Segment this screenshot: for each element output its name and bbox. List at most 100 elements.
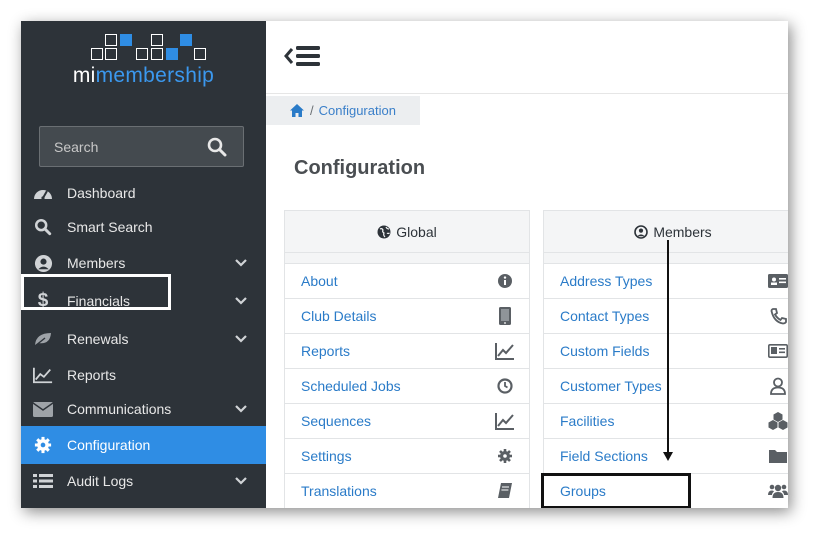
config-link-reports[interactable]: Reports bbox=[285, 334, 529, 369]
global-panel-header: Global bbox=[285, 211, 529, 253]
config-link-contact-types[interactable]: Contact Types bbox=[544, 299, 788, 334]
config-link-about[interactable]: About bbox=[285, 264, 529, 299]
config-link-scheduled-jobs[interactable]: Scheduled Jobs bbox=[285, 369, 529, 404]
sidebar-item-configuration[interactable]: Configuration bbox=[21, 426, 266, 464]
config-link-club-details[interactable]: Club Details bbox=[285, 299, 529, 334]
global-panel-title: Global bbox=[396, 223, 437, 240]
line-chart-icon bbox=[495, 343, 514, 360]
page-title: Configuration bbox=[294, 157, 426, 179]
sidebar-item-audit-logs[interactable]: Audit Logs bbox=[21, 464, 266, 498]
list-item-label: Settings bbox=[301, 448, 352, 464]
address-card-icon bbox=[768, 274, 788, 288]
id-card-icon bbox=[768, 343, 788, 358]
logo-prefix: mi bbox=[72, 64, 96, 87]
sidebar-item-dashboard[interactable]: Dashboard bbox=[21, 176, 266, 210]
sidebar-item-reports[interactable]: Reports bbox=[21, 358, 266, 392]
chevron-down-icon bbox=[235, 405, 247, 413]
members-list: Address Types Contact Types Custom Field… bbox=[544, 263, 788, 508]
sidebar-item-label: Renewals bbox=[67, 331, 129, 347]
config-link-groups[interactable]: Groups bbox=[544, 474, 788, 508]
sidebar-item-label: Members bbox=[67, 255, 126, 271]
line-chart-icon bbox=[495, 413, 514, 430]
search-icon bbox=[33, 217, 53, 237]
sidebar-item-label: Communications bbox=[67, 401, 172, 417]
config-link-field-sections[interactable]: Field Sections bbox=[544, 439, 788, 474]
list-item-label: Custom Fields bbox=[560, 343, 650, 359]
sidebar-item-communications[interactable]: Communications bbox=[21, 392, 266, 426]
dollar-icon: $ bbox=[37, 290, 49, 311]
config-link-translations[interactable]: Translations bbox=[285, 474, 529, 508]
members-panel-header: Members bbox=[544, 211, 788, 253]
leaf-icon bbox=[33, 329, 53, 349]
logo-suffix: membership bbox=[95, 64, 215, 87]
sidebar-item-label: Configuration bbox=[67, 437, 151, 453]
breadcrumb: / Configuration bbox=[266, 96, 420, 125]
line-chart-icon bbox=[33, 365, 53, 385]
list-item-label: Address Types bbox=[560, 273, 653, 289]
chevron-down-icon bbox=[235, 297, 247, 305]
logo[interactable]: mimembership bbox=[21, 21, 266, 101]
sidebar-item-label: Smart Search bbox=[67, 219, 153, 235]
cubes-icon bbox=[768, 412, 788, 430]
chevron-down-icon bbox=[235, 259, 247, 267]
list-item-label: Field Sections bbox=[560, 448, 648, 464]
app-window: mimembership Dashboard Smart Search bbox=[21, 21, 788, 508]
sidebar-item-label: Dashboard bbox=[67, 185, 136, 201]
sidebar-nav: Dashboard Smart Search Members $ Financi… bbox=[21, 176, 266, 498]
list-item-label: Sequences bbox=[301, 413, 372, 429]
gear-icon bbox=[498, 449, 512, 463]
chevron-down-icon bbox=[235, 335, 247, 343]
config-link-address-types[interactable]: Address Types bbox=[544, 264, 788, 299]
globe-icon bbox=[377, 225, 391, 238]
tablet-icon bbox=[499, 307, 511, 325]
sidebar-item-renewals[interactable]: Renewals bbox=[21, 320, 266, 358]
sidebar: mimembership Dashboard Smart Search bbox=[21, 21, 266, 508]
search-input[interactable] bbox=[40, 127, 200, 166]
sidebar-item-label: Financials bbox=[67, 293, 131, 309]
list-item-label: Contact Types bbox=[560, 308, 650, 324]
sidebar-search bbox=[39, 126, 244, 167]
sidebar-item-label: Reports bbox=[67, 367, 117, 383]
list-item-label: About bbox=[301, 273, 338, 289]
list-item-label: Facilities bbox=[560, 413, 615, 429]
global-list: About Club Details Reports Scheduled Job… bbox=[285, 263, 529, 508]
sidebar-item-financials[interactable]: $ Financials bbox=[21, 282, 266, 320]
sidebar-item-members[interactable]: Members bbox=[21, 244, 266, 282]
list-item-label: Customer Types bbox=[560, 378, 662, 394]
config-link-sequences[interactable]: Sequences bbox=[285, 404, 529, 439]
info-icon bbox=[498, 274, 512, 288]
members-panel: Members Address Types Contact Types Cust… bbox=[543, 210, 788, 508]
search-icon[interactable] bbox=[207, 137, 227, 157]
gear-icon bbox=[33, 435, 53, 455]
config-link-settings[interactable]: Settings bbox=[285, 439, 529, 474]
breadcrumb-separator: / bbox=[310, 103, 314, 118]
book-icon bbox=[498, 483, 512, 498]
list-item-label: Groups bbox=[560, 483, 606, 499]
members-panel-title: Members bbox=[653, 223, 712, 240]
chevron-down-icon bbox=[235, 477, 247, 485]
user-circle-icon bbox=[634, 224, 649, 239]
sidebar-toggle-icon[interactable] bbox=[284, 43, 322, 69]
list-item-label: Translations bbox=[301, 483, 377, 499]
phone-icon bbox=[770, 308, 787, 325]
clock-icon bbox=[497, 378, 513, 394]
envelope-icon bbox=[33, 399, 53, 419]
list-item-label: Scheduled Jobs bbox=[301, 378, 401, 394]
home-icon[interactable] bbox=[290, 104, 304, 117]
breadcrumb-current[interactable]: Configuration bbox=[319, 103, 396, 118]
logo-wordmark: mimembership bbox=[21, 64, 266, 88]
user-circle-icon bbox=[33, 253, 53, 273]
config-link-custom-fields[interactable]: Custom Fields bbox=[544, 334, 788, 369]
global-panel: Global About Club Details Reports Schedu… bbox=[284, 210, 530, 508]
logo-squares bbox=[21, 21, 266, 66]
list-item-label: Club Details bbox=[301, 308, 377, 324]
config-link-facilities[interactable]: Facilities bbox=[544, 404, 788, 439]
dashboard-icon bbox=[33, 183, 53, 203]
sidebar-item-smart-search[interactable]: Smart Search bbox=[21, 210, 266, 244]
config-link-customer-types[interactable]: Customer Types bbox=[544, 369, 788, 404]
topbar bbox=[266, 21, 788, 94]
folder-icon bbox=[769, 450, 787, 463]
sidebar-item-label: Audit Logs bbox=[67, 473, 134, 489]
list-item-label: Reports bbox=[301, 343, 351, 359]
main-content: / Configuration Configuration Global Abo… bbox=[266, 21, 788, 508]
